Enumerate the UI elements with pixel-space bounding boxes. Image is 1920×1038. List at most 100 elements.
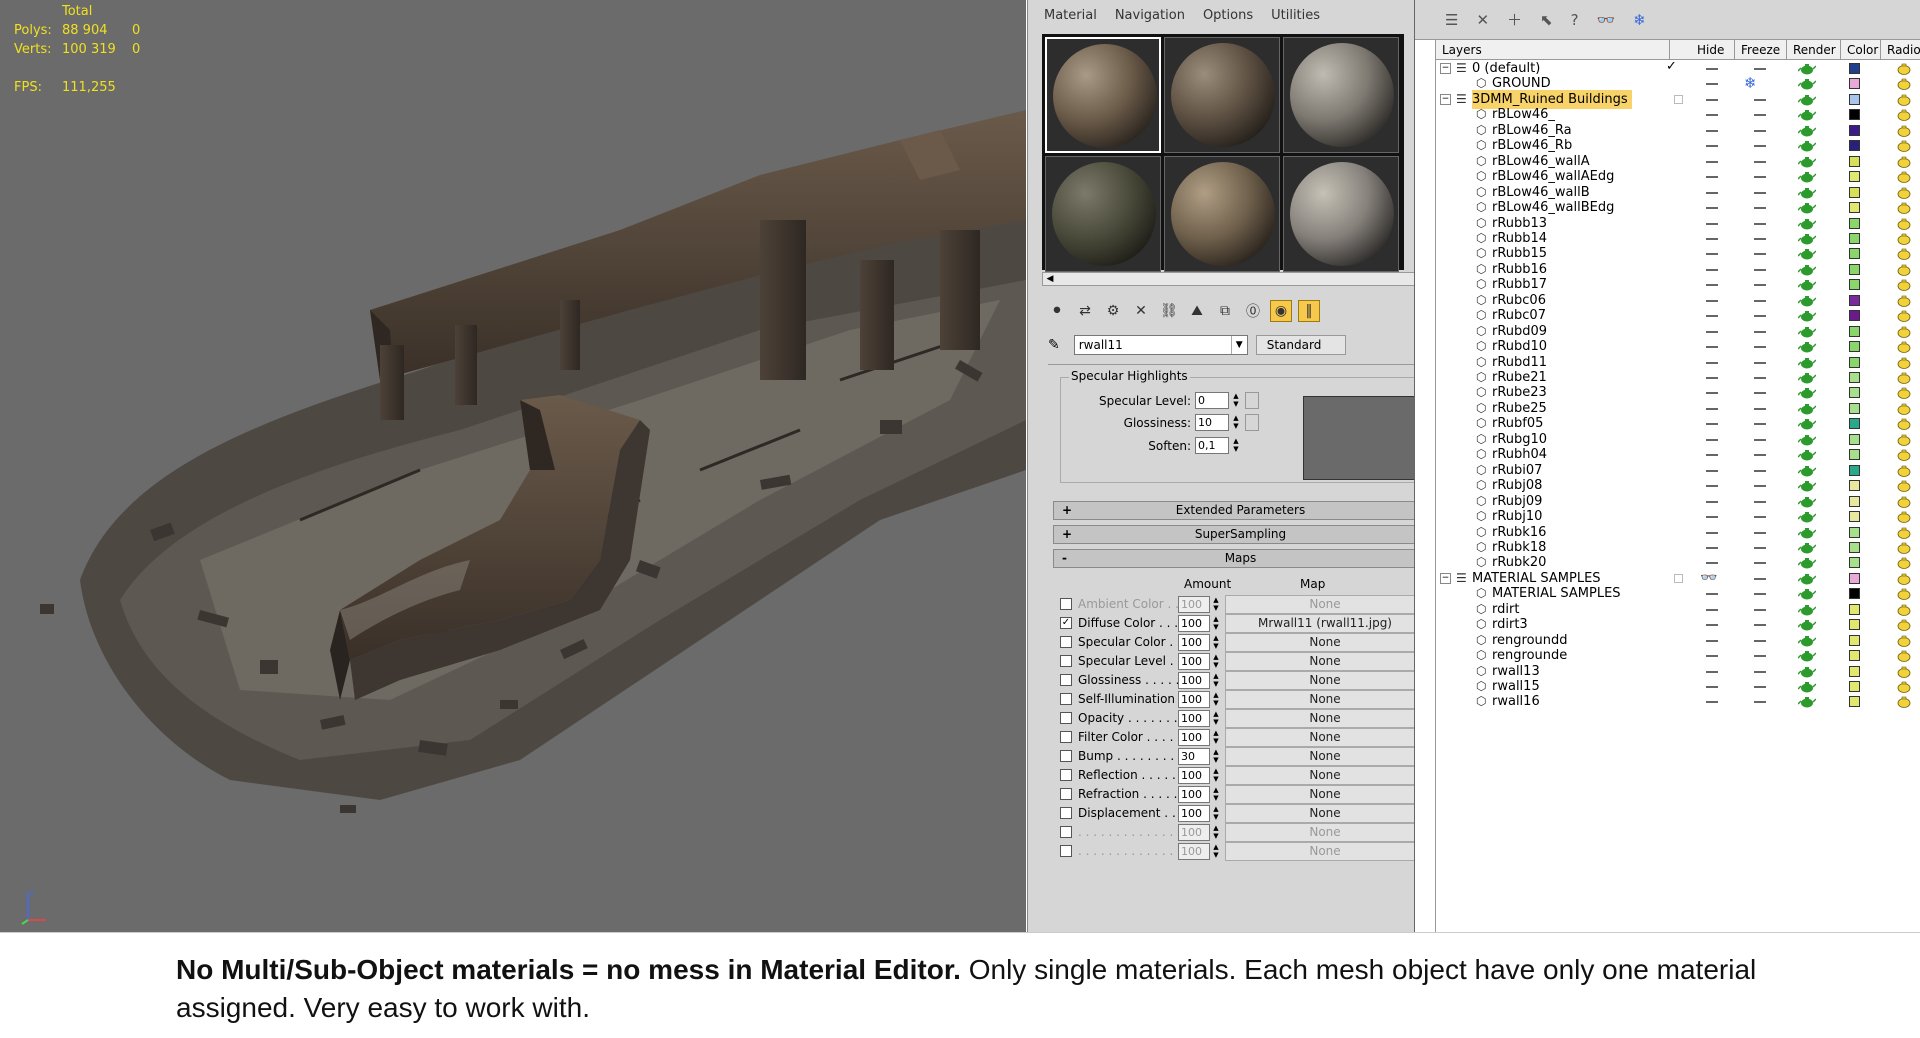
freeze-toggle[interactable] [1754, 546, 1766, 549]
layer-color-swatch[interactable] [1849, 171, 1860, 183]
freeze-toggle[interactable] [1754, 608, 1766, 611]
slots-scrollbar[interactable]: ◀ ▶ [1042, 272, 1414, 286]
render-teapot-icon[interactable] [1798, 155, 1816, 168]
radiosity-teapot-icon[interactable] [1896, 262, 1912, 277]
render-teapot-icon[interactable] [1798, 294, 1816, 307]
map-slot-button[interactable]: None [1225, 842, 1414, 861]
hide-toggle[interactable] [1706, 531, 1718, 534]
hide-toggle[interactable] [1706, 222, 1718, 225]
specular-level-input[interactable]: 0 [1195, 392, 1229, 409]
map-amount-spinner-icon[interactable]: ▲ ▼ [1211, 805, 1221, 822]
render-teapot-icon[interactable] [1798, 572, 1816, 585]
hide-toggle[interactable] [1706, 546, 1718, 549]
menu-navigation[interactable]: Navigation [1115, 8, 1185, 23]
map-enable-checkbox[interactable] [1060, 731, 1072, 743]
layer-color-swatch[interactable] [1849, 279, 1860, 291]
layer-color-swatch[interactable] [1849, 511, 1860, 523]
radiosity-teapot-icon[interactable] [1896, 277, 1912, 292]
hide-toggle[interactable] [1706, 145, 1718, 148]
freeze-toggle[interactable] [1754, 268, 1766, 271]
layer-color-swatch[interactable] [1849, 78, 1860, 90]
layer-color-swatch[interactable] [1849, 541, 1860, 553]
radiosity-teapot-icon[interactable] [1896, 385, 1912, 400]
show-in-viewport-icon[interactable]: ⓪ [1242, 300, 1264, 322]
make-unique-icon[interactable]: ⛓ [1158, 300, 1180, 322]
layer-color-swatch[interactable] [1849, 572, 1860, 584]
layer-color-swatch[interactable] [1849, 109, 1860, 121]
freeze-toggle[interactable] [1754, 129, 1766, 132]
hide-toggle[interactable] [1706, 68, 1718, 70]
add-to-layer-icon[interactable]: ＋ [1507, 9, 1522, 30]
freeze-toggle[interactable] [1754, 562, 1766, 565]
radiosity-teapot-icon[interactable] [1896, 494, 1912, 509]
hide-toggle[interactable] [1706, 361, 1718, 364]
menu-options[interactable]: Options [1203, 8, 1253, 23]
layer-color-swatch[interactable] [1849, 140, 1860, 152]
map-slot-button[interactable]: None [1225, 671, 1414, 690]
render-teapot-icon[interactable] [1798, 402, 1816, 415]
hide-toggle[interactable] [1706, 160, 1718, 163]
hidden-glasses-icon[interactable]: 👓 [1700, 569, 1717, 588]
freeze-toggle[interactable] [1754, 253, 1766, 256]
hide-toggle[interactable] [1706, 237, 1718, 240]
freeze-toggle[interactable] [1754, 392, 1766, 395]
render-teapot-icon[interactable] [1798, 62, 1816, 75]
render-teapot-icon[interactable] [1798, 386, 1816, 399]
column-radiosity[interactable]: Radios [1881, 40, 1920, 60]
delete-layer-icon[interactable]: ✕ [1476, 11, 1489, 29]
render-teapot-icon[interactable] [1798, 124, 1816, 137]
map-enable-checkbox[interactable] [1060, 598, 1072, 610]
get-material-icon[interactable]: ⚫ [1046, 300, 1068, 322]
layer-color-swatch[interactable] [1849, 557, 1860, 569]
freeze-toggle[interactable] [1754, 516, 1766, 519]
rollout-maps[interactable]: - Maps [1053, 549, 1414, 568]
radiosity-teapot-icon[interactable] [1896, 169, 1912, 184]
freeze-toggle[interactable] [1754, 639, 1766, 642]
radiosity-teapot-icon[interactable] [1896, 509, 1912, 524]
go-to-parent-icon[interactable]: ‖ [1298, 300, 1320, 322]
perspective-viewport[interactable]: Total Polys: 88 904 0 Verts: 100 319 0 FPS: 111,… [0, 0, 1026, 932]
collapse-icon[interactable]: − [1440, 63, 1451, 74]
layer-color-swatch[interactable] [1849, 418, 1860, 430]
layer-color-swatch[interactable] [1849, 310, 1860, 322]
render-teapot-icon[interactable] [1798, 278, 1816, 291]
map-enable-checkbox[interactable] [1060, 674, 1072, 686]
freeze-toggle[interactable] [1754, 423, 1766, 426]
map-slot-button[interactable]: None [1225, 633, 1414, 652]
hide-toggle[interactable] [1706, 593, 1718, 596]
render-teapot-icon[interactable] [1798, 108, 1816, 121]
render-teapot-icon[interactable] [1798, 217, 1816, 230]
sample-slot-6[interactable] [1283, 156, 1399, 272]
collapse-icon[interactable]: − [1440, 572, 1451, 584]
radiosity-teapot-icon[interactable] [1896, 138, 1912, 153]
radiosity-teapot-icon[interactable] [1896, 540, 1912, 555]
freeze-toggle[interactable] [1754, 191, 1766, 194]
map-amount-spinner-icon[interactable]: ▲ ▼ [1211, 786, 1221, 803]
render-teapot-icon[interactable] [1798, 356, 1816, 369]
radiosity-teapot-icon[interactable] [1896, 463, 1912, 478]
hide-toggle[interactable] [1706, 639, 1718, 642]
freeze-toggle[interactable] [1754, 346, 1766, 349]
map-amount-input[interactable]: 100 [1178, 615, 1210, 632]
map-enable-checkbox[interactable]: ✓ [1060, 617, 1072, 629]
radiosity-teapot-icon[interactable] [1896, 293, 1912, 308]
map-amount-input[interactable]: 100 [1178, 843, 1210, 860]
hide-toggle[interactable] [1706, 377, 1718, 379]
freeze-toggle[interactable] [1754, 68, 1766, 70]
map-enable-checkbox[interactable] [1060, 712, 1072, 724]
radiosity-teapot-icon[interactable] [1896, 401, 1912, 416]
hide-toggle[interactable] [1706, 268, 1718, 271]
help-icon[interactable]: ? [1571, 11, 1579, 29]
radiosity-teapot-icon[interactable] [1896, 107, 1912, 122]
map-amount-spinner-icon[interactable]: ▲ ▼ [1211, 710, 1221, 727]
map-amount-spinner-icon[interactable]: ▲ ▼ [1211, 596, 1221, 613]
layer-color-swatch[interactable] [1849, 232, 1860, 244]
freeze-toggle[interactable] [1754, 237, 1766, 240]
freeze-toggle[interactable] [1754, 593, 1766, 596]
radiosity-teapot-icon[interactable] [1896, 61, 1912, 76]
map-slot-button[interactable]: None [1225, 804, 1414, 823]
layer-color-swatch[interactable] [1849, 387, 1860, 399]
render-teapot-icon[interactable] [1798, 93, 1816, 106]
hide-toggle[interactable] [1706, 469, 1718, 472]
specular-level-spinner-icon[interactable]: ▲ ▼ [1231, 392, 1241, 409]
